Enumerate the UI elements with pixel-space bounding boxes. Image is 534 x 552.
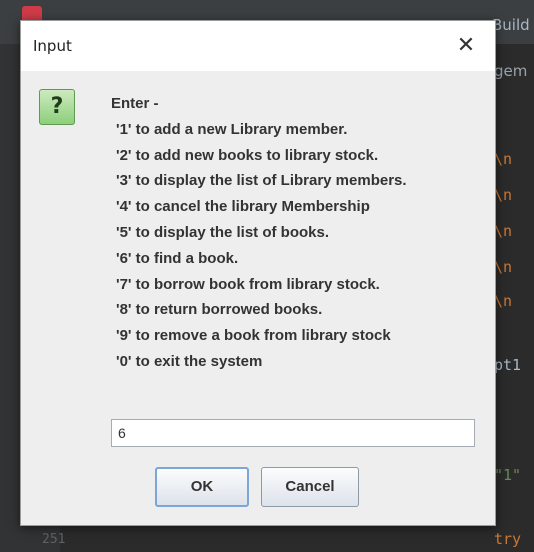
line-number: 251: [42, 532, 66, 547]
dialog-titlebar: Input ✕: [21, 21, 495, 71]
message-option-1: '1' to add a new Library member.: [116, 120, 348, 138]
code-string-fragment: "1": [494, 466, 522, 484]
message-option-0: '0' to exit the system: [116, 352, 263, 370]
code-newline-4: \n: [494, 258, 513, 276]
message-option-6: '6' to find a book.: [116, 249, 239, 267]
input-dialog: Input ✕ ? Enter - '1' to add a new Libra…: [20, 20, 496, 526]
message-option-4: '4' to cancel the library Membership: [116, 198, 370, 216]
input-field[interactable]: 6: [111, 419, 475, 447]
message-option-5: '5' to display the list of books.: [116, 223, 329, 241]
cancel-button[interactable]: Cancel: [261, 467, 359, 507]
close-icon[interactable]: ✕: [451, 31, 481, 61]
dialog-message: Enter - '1' to add a new Library member.…: [111, 91, 407, 375]
message-option-2: '2' to add new books to library stock.: [116, 146, 379, 164]
message-option-9: '9' to remove a book from library stock: [116, 327, 391, 345]
code-newline-3: \n: [494, 222, 513, 240]
editor-tab-fragment[interactable]: gem: [494, 62, 527, 80]
message-option-3: '3' to display the list of Library membe…: [116, 172, 407, 190]
code-newline-5: \n: [494, 292, 513, 310]
ok-button[interactable]: OK: [155, 467, 249, 507]
menu-build[interactable]: Build: [492, 16, 530, 34]
message-header: Enter -: [111, 95, 159, 112]
message-option-8: '8' to return borrowed books.: [116, 301, 323, 319]
code-try-fragment: try: [494, 530, 522, 548]
code-newline-2: \n: [494, 186, 513, 204]
code-newline-1: \n: [494, 150, 513, 168]
code-opt-fragment: pt1: [494, 356, 522, 374]
dialog-title: Input: [33, 37, 72, 55]
question-icon: ?: [39, 89, 75, 125]
message-option-7: '7' to borrow book from library stock.: [116, 275, 380, 293]
